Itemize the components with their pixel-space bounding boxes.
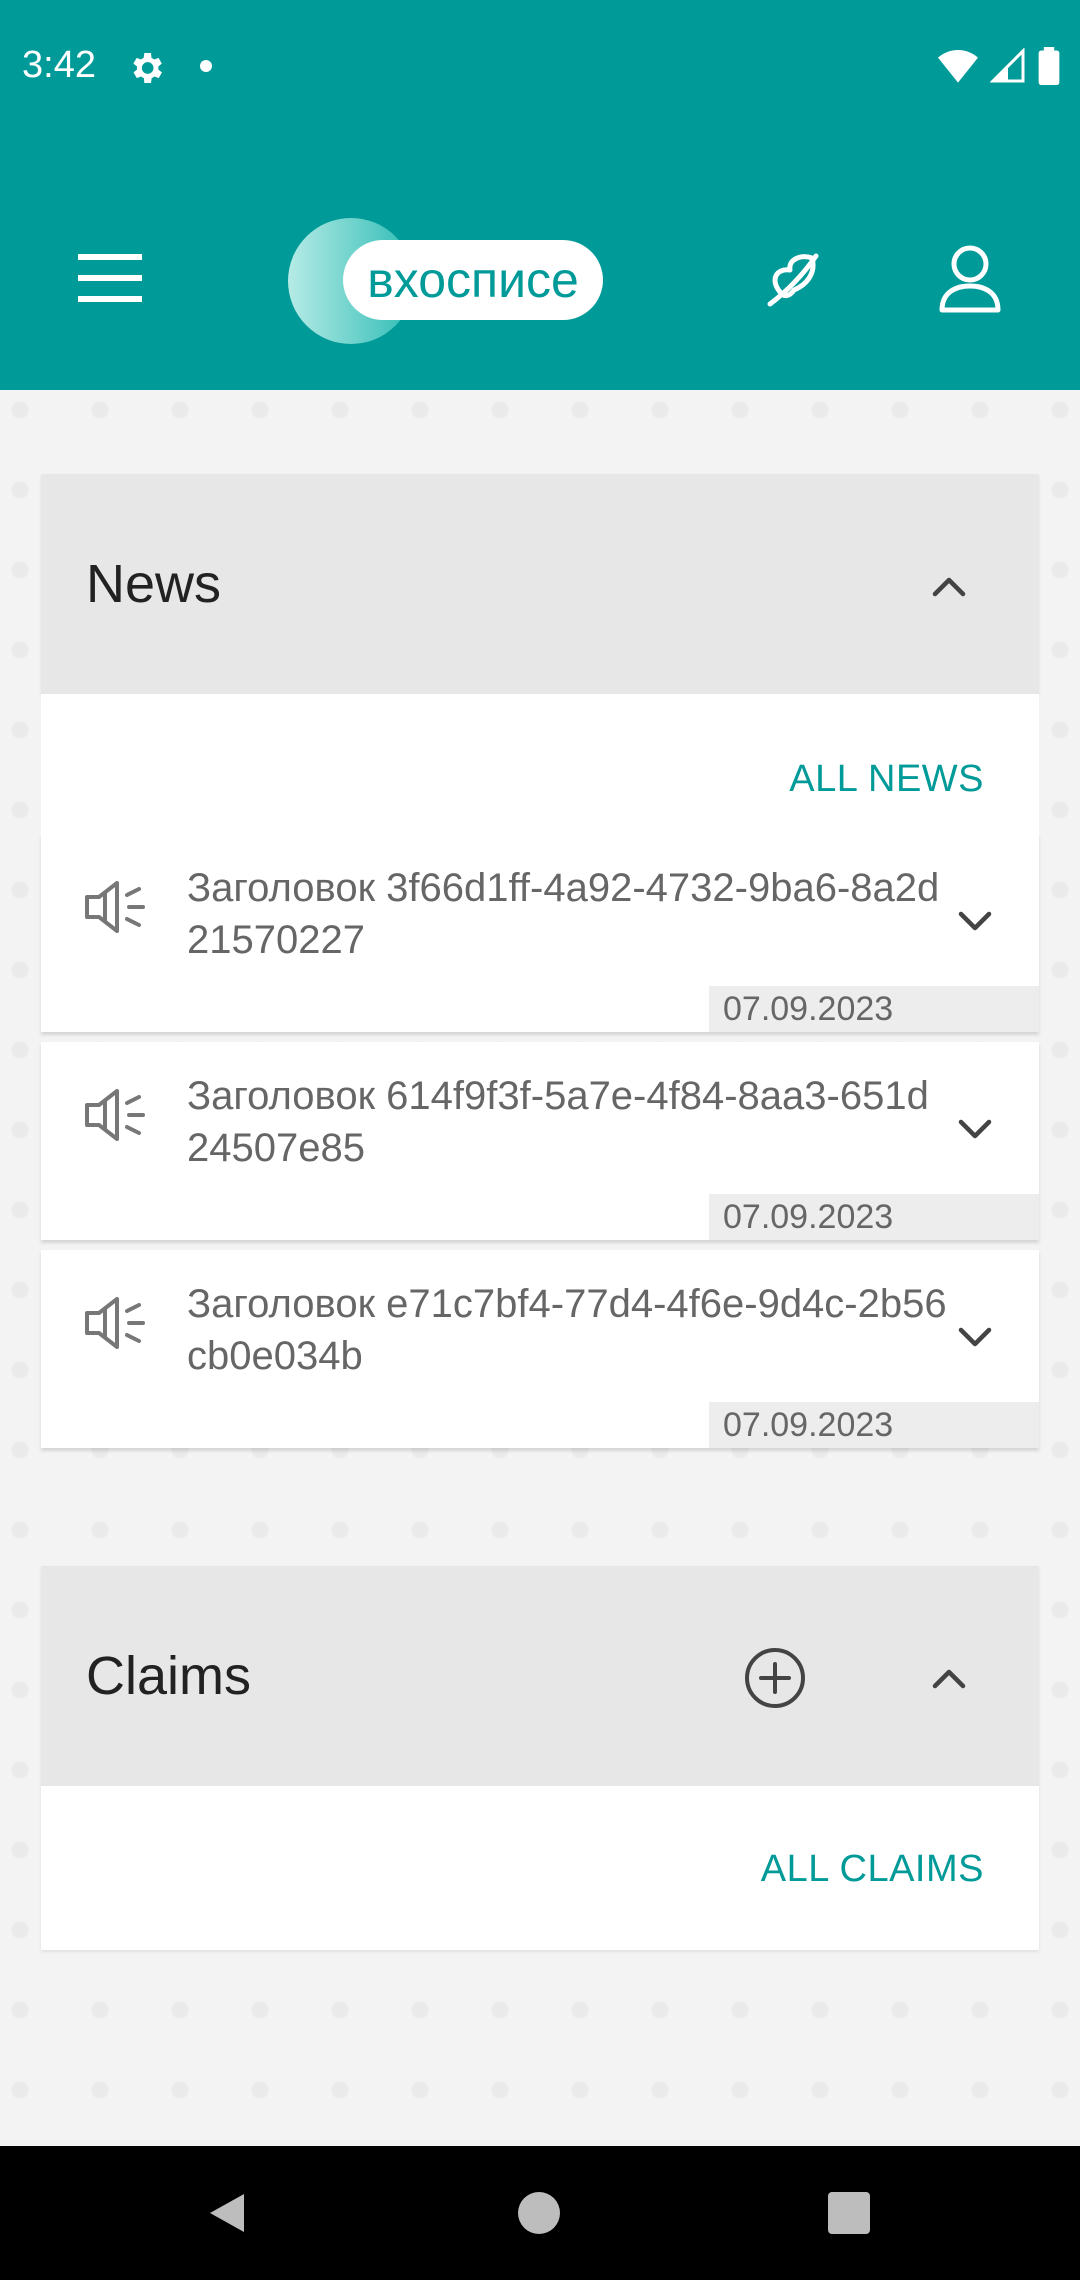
claims-links-row: ALL CLAIMS <box>41 1786 1039 1950</box>
chevron-down-icon[interactable] <box>955 1110 995 1150</box>
news-header[interactable]: News <box>41 474 1039 694</box>
gear-icon <box>133 53 162 83</box>
news-item[interactable]: Заголовок 3f66d1ff-4a92-4732-9ba6-8a2d21… <box>41 834 1039 1032</box>
wifi-icon <box>938 50 978 83</box>
news-item-date: 07.09.2023 <box>709 986 1039 1032</box>
claims-header[interactable]: Claims <box>41 1566 1039 1786</box>
profile-icon[interactable] <box>938 244 1002 314</box>
speaker-icon <box>85 1089 145 1141</box>
status-bar: 3:42 <box>0 0 1080 136</box>
news-item-date: 07.09.2023 <box>709 1194 1039 1240</box>
news-item-title: Заголовок e71c7bf4-77d4-4f6e-9d4c-2b56cb… <box>187 1282 947 1378</box>
chevron-up-icon[interactable] <box>929 1658 969 1698</box>
logo-text: вхосписе <box>343 240 603 320</box>
news-item-title: Заголовок 614f9f3f-5a7e-4f84-8aa3-651d24… <box>187 1074 929 1170</box>
news-section-header[interactable]: News <box>41 474 1039 694</box>
speaker-icon <box>85 881 145 933</box>
back-icon[interactable] <box>204 2190 250 2236</box>
all-news-link[interactable]: ALL NEWS <box>789 758 984 801</box>
news-links-row: ALL NEWS <box>41 694 1039 834</box>
content-area: News ALL NEWS Заголовок 3f66d1ff-4a92-47… <box>0 390 1080 2146</box>
speaker-icon <box>85 1297 145 1349</box>
dot-icon <box>200 60 212 72</box>
menu-icon[interactable] <box>78 254 142 302</box>
news-item[interactable]: Заголовок 614f9f3f-5a7e-4f84-8aa3-651d24… <box>41 1042 1039 1240</box>
battery-icon <box>1038 47 1060 85</box>
feather-icon[interactable] <box>760 246 828 314</box>
chevron-up-icon[interactable] <box>929 566 969 606</box>
claims-title: Claims <box>86 1646 252 1706</box>
news-title: News <box>86 554 222 614</box>
chevron-down-icon[interactable] <box>955 1318 995 1358</box>
status-time: 3:42 <box>22 44 96 86</box>
recents-icon[interactable] <box>828 2192 870 2234</box>
app-logo: вхосписе <box>288 218 618 344</box>
system-nav-bar <box>0 2146 1080 2280</box>
home-icon[interactable] <box>518 2192 560 2234</box>
news-item-title: Заголовок 3f66d1ff-4a92-4732-9ba6-8a2d21… <box>187 866 940 962</box>
signal-icon <box>990 48 1025 83</box>
add-circle-icon[interactable] <box>743 1646 807 1710</box>
news-item[interactable]: Заголовок e71c7bf4-77d4-4f6e-9d4c-2b56cb… <box>41 1250 1039 1448</box>
claims-section-header[interactable]: Claims <box>41 1566 1039 1786</box>
all-claims-link[interactable]: ALL CLAIMS <box>761 1848 984 1891</box>
chevron-down-icon[interactable] <box>955 902 995 942</box>
app-bar: вхосписе <box>0 136 1080 390</box>
news-item-date: 07.09.2023 <box>709 1402 1039 1448</box>
